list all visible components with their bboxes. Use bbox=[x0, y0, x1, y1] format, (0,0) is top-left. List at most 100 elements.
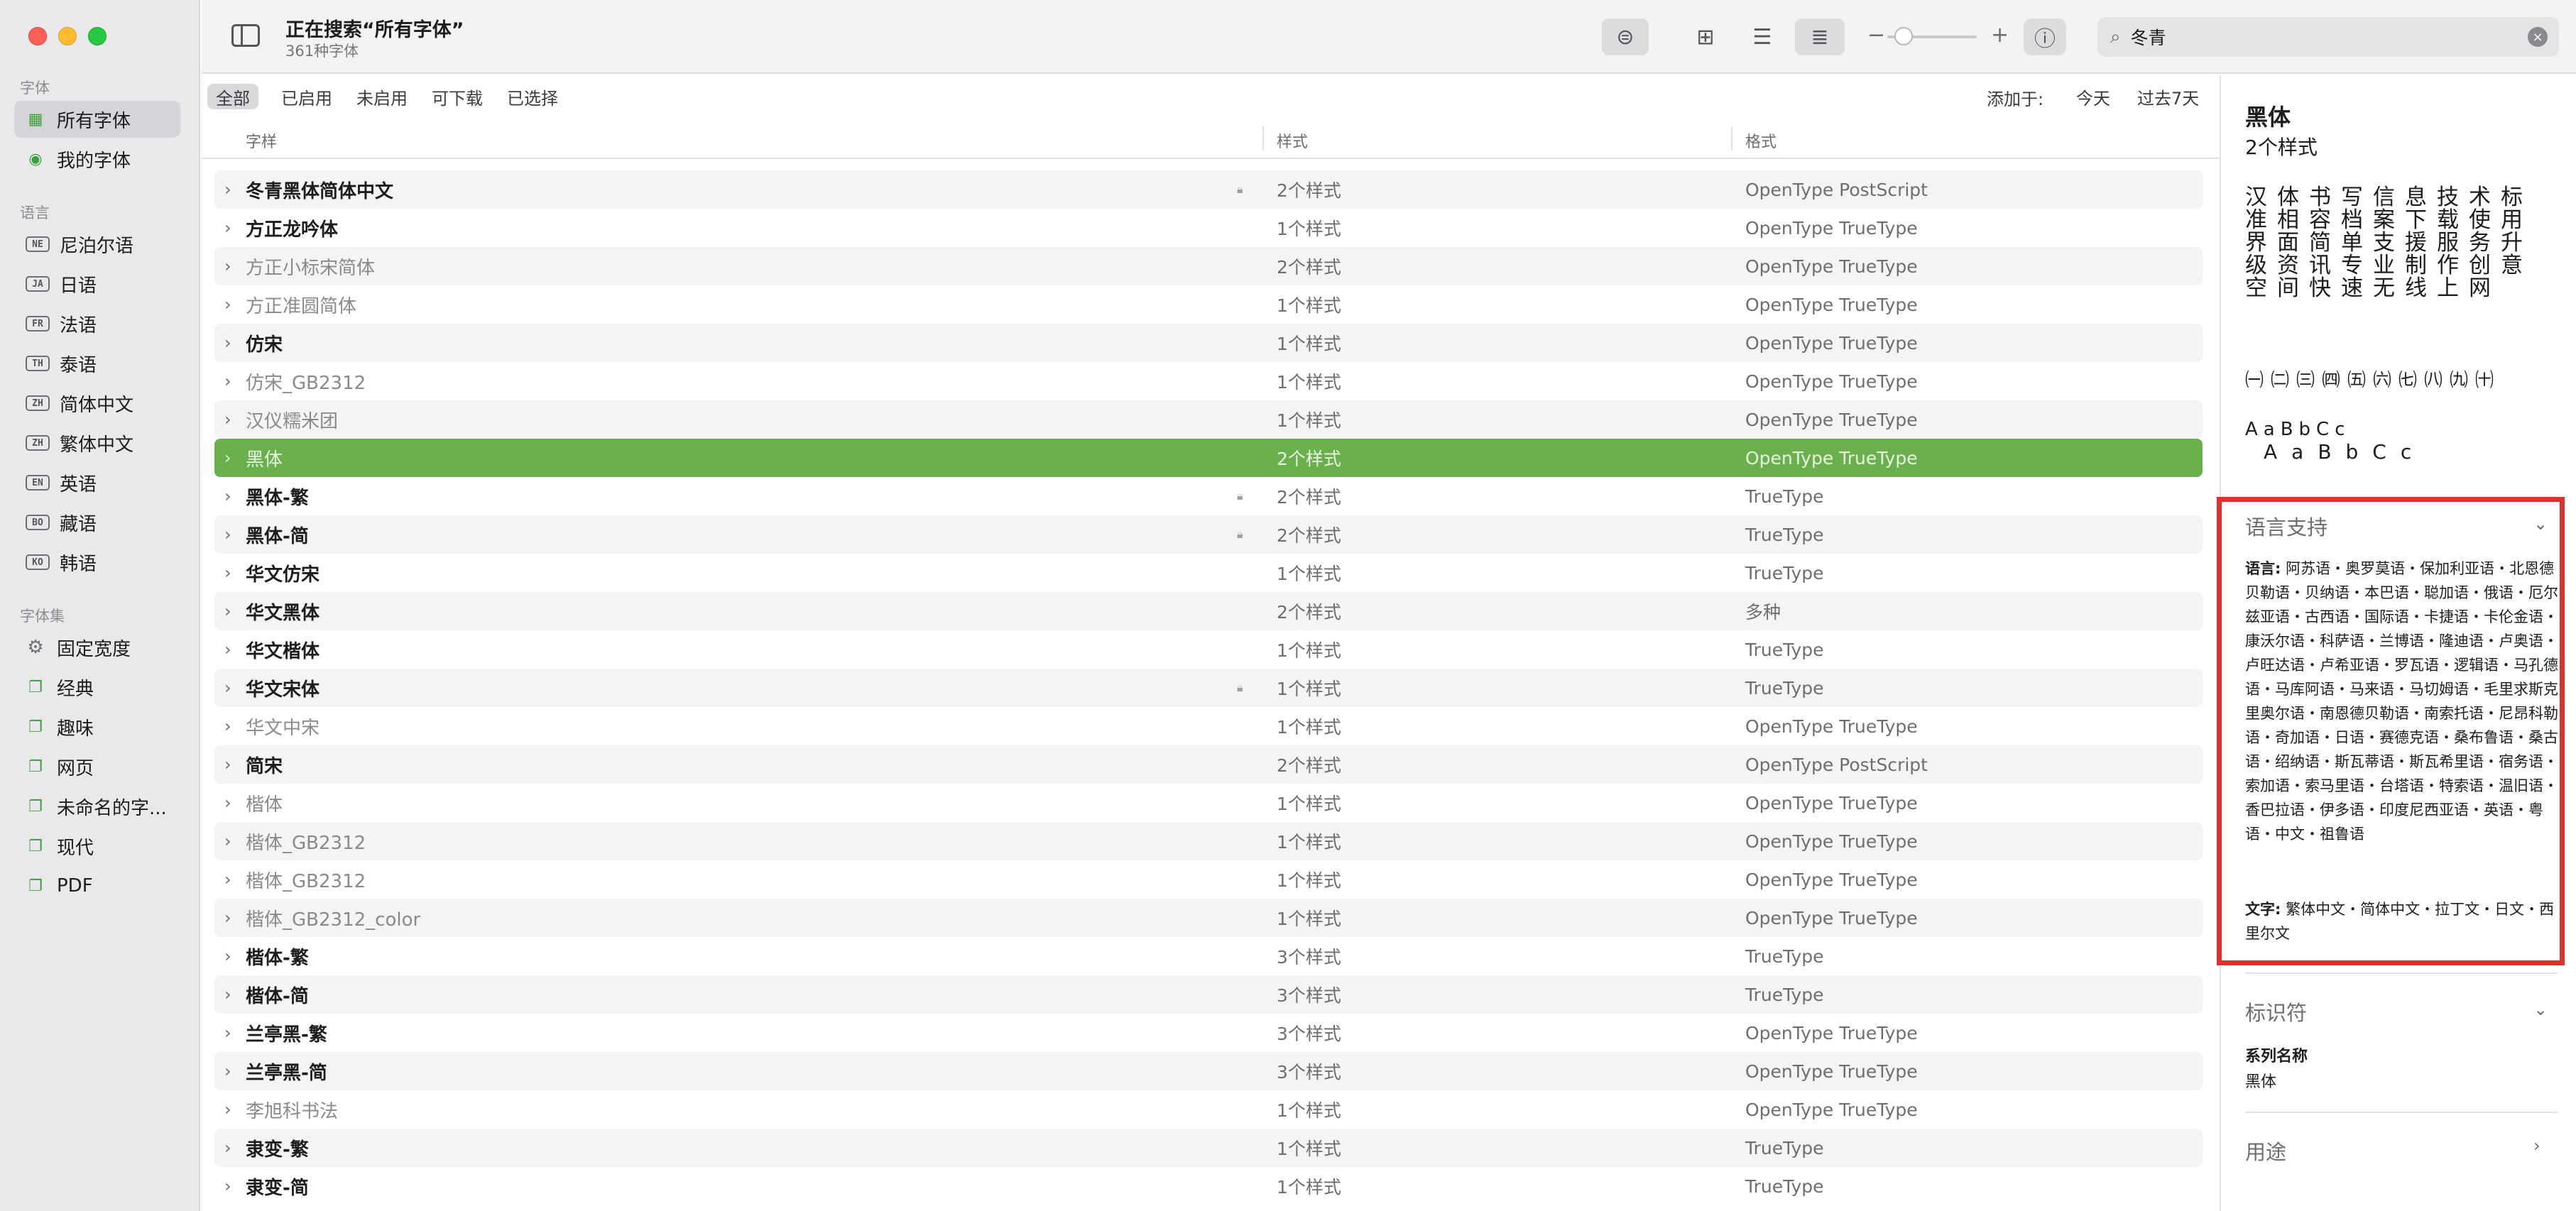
column-header-styles[interactable]: 样式 bbox=[1277, 129, 1308, 152]
sidebar-item-all-fonts[interactable]: ▦ 所有字体 bbox=[14, 101, 180, 138]
sample-view-button[interactable]: ☰ bbox=[1741, 18, 1784, 55]
disclosure-chevron-icon[interactable]: › bbox=[224, 295, 231, 314]
disclosure-chevron-icon[interactable]: › bbox=[224, 1061, 231, 1081]
search-field[interactable]: ⌕ × bbox=[2097, 17, 2559, 57]
table-row[interactable]: › 楷体_GB2312_color 1个样式 OpenType TrueType bbox=[214, 899, 2203, 937]
sidebar-item-language[interactable]: KO 韩语 bbox=[14, 544, 180, 581]
table-row[interactable]: › 华文中宋 1个样式 OpenType TrueType bbox=[214, 707, 2203, 745]
disclosure-chevron-icon[interactable]: › bbox=[224, 601, 231, 621]
sidebar-item-collection[interactable]: ❐ 经典 bbox=[14, 669, 180, 706]
sidebar-item-language[interactable]: FR 法语 bbox=[14, 305, 180, 342]
disclosure-chevron-icon[interactable]: › bbox=[224, 716, 231, 736]
minimize-window-button[interactable] bbox=[58, 27, 77, 45]
sidebar-item-collection[interactable]: ❐ 未命名的字... bbox=[14, 788, 180, 825]
disclosure-chevron-icon[interactable]: › bbox=[224, 563, 231, 583]
column-divider[interactable] bbox=[1262, 126, 1264, 150]
zoom-in-icon[interactable]: + bbox=[1991, 23, 2009, 48]
disclosure-chevron-icon[interactable]: › bbox=[224, 371, 231, 391]
filter-tab-downloadable[interactable]: 可下载 bbox=[423, 84, 491, 109]
size-slider-knob[interactable] bbox=[1894, 27, 1913, 45]
table-row[interactable]: › 华文仿宋 1个样式 TrueType bbox=[214, 554, 2203, 592]
disclosure-chevron-icon[interactable]: › bbox=[224, 333, 231, 353]
filter-tab-all[interactable]: 全部 bbox=[207, 84, 258, 109]
disclosure-chevron-icon[interactable]: › bbox=[224, 678, 231, 698]
column-header-format[interactable]: 格式 bbox=[1745, 129, 1777, 152]
disclosure-chevron-icon[interactable]: › bbox=[224, 1176, 231, 1196]
sidebar-item-collection[interactable]: ❐ PDF bbox=[14, 867, 180, 904]
table-row[interactable]: › 华文黑体 2个样式 多种 bbox=[214, 592, 2203, 630]
table-row[interactable]: › 黑体-繁 🔒︎ 2个样式 TrueType bbox=[214, 477, 2203, 515]
sidebar-item-language[interactable]: ZH 简体中文 bbox=[14, 385, 180, 422]
disclosure-chevron-icon[interactable]: › bbox=[224, 410, 231, 429]
chevron-right-icon[interactable]: › bbox=[2533, 1136, 2540, 1156]
filter-tab-enabled[interactable]: 已启用 bbox=[273, 84, 341, 109]
table-row-selected[interactable]: › 黑体 2个样式 OpenType TrueType bbox=[214, 439, 2203, 477]
table-row[interactable]: › 冬青黑体简体中文 🔒︎ 2个样式 OpenType PostScript bbox=[214, 170, 2203, 209]
disclosure-chevron-icon[interactable]: › bbox=[224, 755, 231, 774]
filter-last-7-days[interactable]: 过去7天 bbox=[2129, 84, 2207, 109]
sidebar-item-collection[interactable]: ⚙ 固定宽度 bbox=[14, 629, 180, 666]
table-row[interactable]: › 汉仪糯米团 1个样式 OpenType TrueType bbox=[214, 400, 2203, 439]
disclosure-chevron-icon[interactable]: › bbox=[224, 525, 231, 544]
filter-options-button[interactable]: ⊜ bbox=[1602, 18, 1649, 55]
zoom-out-icon[interactable]: − bbox=[1867, 23, 1885, 48]
column-header-name[interactable]: 字样 bbox=[246, 129, 277, 152]
list-view-button[interactable]: ≣ bbox=[1795, 18, 1845, 55]
table-row[interactable]: › 楷体_GB2312 1个样式 OpenType TrueType bbox=[214, 860, 2203, 899]
table-row[interactable]: › 方正龙吟体 1个样式 OpenType TrueType bbox=[214, 209, 2203, 247]
table-row[interactable]: › 隶变-简 1个样式 TrueType bbox=[214, 1167, 2203, 1205]
disclosure-chevron-icon[interactable]: › bbox=[224, 870, 231, 889]
grid-view-button[interactable]: ⊞ bbox=[1684, 18, 1727, 55]
close-window-button[interactable] bbox=[28, 27, 47, 45]
sidebar-item-language[interactable]: JA 日语 bbox=[14, 265, 180, 302]
sidebar-item-language[interactable]: BO 藏语 bbox=[14, 504, 180, 541]
disclosure-chevron-icon[interactable]: › bbox=[224, 1100, 231, 1119]
disclosure-chevron-icon[interactable]: › bbox=[224, 1023, 231, 1043]
identifier-title[interactable]: 标识符 bbox=[2245, 997, 2307, 1026]
filter-tab-disabled[interactable]: 未启用 bbox=[348, 84, 416, 109]
sidebar-item-collection[interactable]: ❐ 现代 bbox=[14, 828, 180, 865]
search-input[interactable] bbox=[2130, 26, 2500, 48]
disclosure-chevron-icon[interactable]: › bbox=[224, 1138, 231, 1158]
table-row[interactable]: › 兰亭黑-简 3个样式 OpenType TrueType bbox=[214, 1052, 2203, 1090]
table-row[interactable]: › 兰亭黑-繁 3个样式 OpenType TrueType bbox=[214, 1014, 2203, 1052]
sidebar-item-my-fonts[interactable]: ◉ 我的字体 bbox=[14, 141, 180, 177]
disclosure-chevron-icon[interactable]: › bbox=[224, 180, 231, 199]
sidebar-item-collection[interactable]: ❐ 网页 bbox=[14, 748, 180, 785]
sidebar-item-collection[interactable]: ❐ 趣味 bbox=[14, 708, 180, 745]
filter-today[interactable]: 今天 bbox=[2068, 84, 2119, 109]
filter-tab-selected[interactable]: 已选择 bbox=[498, 84, 567, 109]
disclosure-chevron-icon[interactable]: › bbox=[224, 908, 231, 928]
table-row[interactable]: › 隶变-繁 1个样式 TrueType bbox=[214, 1129, 2203, 1167]
disclosure-chevron-icon[interactable]: › bbox=[224, 218, 231, 238]
table-row[interactable]: › 黑体-简 🔒︎ 2个样式 TrueType bbox=[214, 515, 2203, 554]
table-row[interactable]: › 楷体-繁 3个样式 TrueType bbox=[214, 937, 2203, 975]
disclosure-chevron-icon[interactable]: › bbox=[224, 256, 231, 276]
info-button[interactable]: ⓘ bbox=[2024, 18, 2066, 55]
table-row[interactable]: › 仿宋 1个样式 OpenType TrueType bbox=[214, 324, 2203, 362]
table-row[interactable]: › 华文楷体 1个样式 TrueType bbox=[214, 630, 2203, 669]
disclosure-chevron-icon[interactable]: › bbox=[224, 448, 231, 468]
sidebar-item-language[interactable]: EN 英语 bbox=[14, 464, 180, 501]
sidebar-item-language[interactable]: ZH 繁体中文 bbox=[14, 424, 180, 461]
column-divider[interactable] bbox=[1731, 126, 1732, 150]
clear-search-icon[interactable]: × bbox=[2528, 27, 2548, 47]
disclosure-chevron-icon[interactable]: › bbox=[224, 486, 231, 506]
table-row[interactable]: › 楷体_GB2312 1个样式 OpenType TrueType bbox=[214, 822, 2203, 860]
sidebar-item-language[interactable]: NE 尼泊尔语 bbox=[14, 226, 180, 263]
table-row[interactable]: › 华文宋体 🔒︎ 1个样式 TrueType bbox=[214, 669, 2203, 707]
disclosure-chevron-icon[interactable]: › bbox=[224, 793, 231, 813]
disclosure-chevron-icon[interactable]: › bbox=[224, 640, 231, 659]
table-row[interactable]: › 楷体 1个样式 OpenType TrueType bbox=[214, 784, 2203, 822]
zoom-window-button[interactable] bbox=[88, 27, 107, 45]
table-row[interactable]: › 简宋 2个样式 OpenType PostScript bbox=[214, 745, 2203, 784]
sidebar-toggle-icon[interactable] bbox=[231, 24, 260, 47]
usage-title[interactable]: 用途 bbox=[2245, 1136, 2286, 1166]
table-row[interactable]: › 楷体-简 3个样式 TrueType bbox=[214, 975, 2203, 1014]
table-row[interactable]: › 李旭科书法 1个样式 OpenType TrueType bbox=[214, 1090, 2203, 1129]
chevron-down-icon[interactable]: ⌄ bbox=[2533, 999, 2548, 1019]
table-row[interactable]: › 方正准圆简体 1个样式 OpenType TrueType bbox=[214, 285, 2203, 324]
disclosure-chevron-icon[interactable]: › bbox=[224, 946, 231, 966]
table-row[interactable]: › 方正小标宋简体 2个样式 OpenType TrueType bbox=[214, 247, 2203, 285]
table-row[interactable]: › 仿宋_GB2312 1个样式 OpenType TrueType bbox=[214, 362, 2203, 400]
